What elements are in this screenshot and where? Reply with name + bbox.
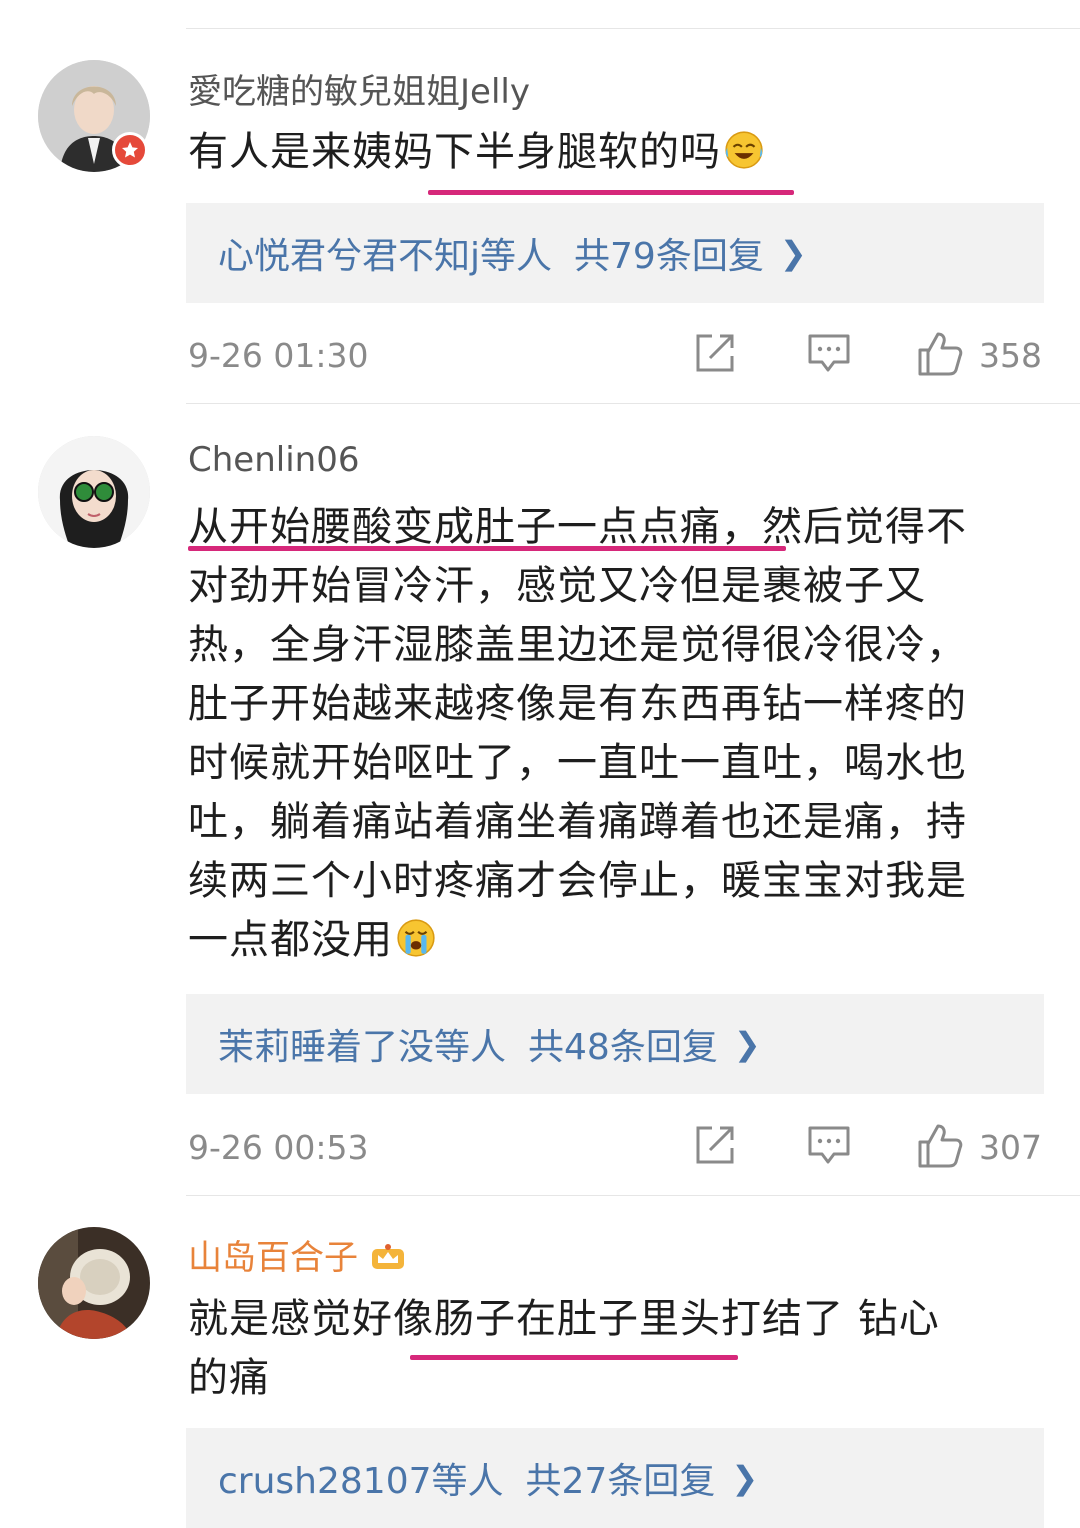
replies-who: 心悦君兮君不知j等人: [218, 236, 553, 277]
like-count: 358: [979, 336, 1042, 375]
highlight-underline: [410, 1355, 738, 1360]
comment-text: 有人是来姨妈下半身腿软的吗: [188, 123, 1048, 182]
chevron-right-icon: ❯: [779, 234, 807, 272]
chevron-right-icon: ❯: [731, 1459, 759, 1497]
top-divider: [186, 28, 1080, 29]
username-text: 山岛百合子: [188, 1238, 358, 1278]
comment-text-line: 一点都没用: [188, 911, 1048, 970]
laughing-crying-emoji: [725, 131, 763, 169]
timestamp: 9-26 01:30: [188, 336, 369, 375]
avatar[interactable]: [38, 436, 150, 548]
comment-text: 就是感觉好像肠子在肚子里头打结了 钻心 的痛: [188, 1290, 1048, 1408]
comment-text-line: 肚子开始越来越疼像是有东西再钻一样疼的: [188, 681, 967, 727]
crown-icon: [372, 1244, 404, 1269]
replies-who: 茉莉睡着了没等人: [218, 1027, 507, 1068]
comment-icon[interactable]: [806, 330, 852, 376]
comment-text-line: 时候就开始呕吐了，一直吐一直吐，喝水也: [188, 740, 967, 786]
comment-text-line: 热，全身汗湿膝盖里边还是觉得很冷很冷，: [188, 622, 967, 668]
replies-count: 共27条回复: [525, 1461, 716, 1502]
comment-text-line: 就是感觉好像肠子在肚子里头打结了 钻心: [188, 1296, 940, 1342]
avatar[interactable]: [38, 1227, 150, 1339]
replies-summary[interactable]: 心悦君兮君不知j等人 共79条回复 ❯: [186, 203, 1044, 303]
comment-text-line: 续两三个小时疼痛才会停止，暖宝宝对我是: [188, 858, 967, 904]
replies-count: 共79条回复: [574, 236, 764, 277]
like-icon[interactable]: [916, 1122, 964, 1170]
replies-summary[interactable]: crush28107等人 共27条回复 ❯: [186, 1428, 1044, 1528]
comment-text-line: 对劲开始冒冷汗，感觉又冷但是裹被子又: [188, 563, 926, 609]
chevron-right-icon: ❯: [733, 1025, 761, 1063]
divider: [186, 403, 1080, 404]
like-icon[interactable]: [916, 330, 964, 378]
username[interactable]: 愛吃糖的敏兒姐姐Jelly: [188, 64, 530, 113]
divider: [186, 1195, 1080, 1196]
username[interactable]: 山岛百合子: [188, 1230, 406, 1279]
username[interactable]: Chenlin06: [188, 440, 359, 480]
comment-meta: 9-26 01:30 358: [186, 330, 1044, 380]
comment-text-tail: 一点都没用: [188, 917, 393, 963]
highlight-underline: [188, 546, 786, 551]
timestamp: 9-26 00:53: [188, 1128, 369, 1167]
comment-text-content: 有人是来姨妈下半身腿软的吗: [188, 129, 721, 175]
share-icon[interactable]: [692, 330, 738, 376]
replies-count: 共48条回复: [528, 1027, 718, 1068]
comment-text: 从开始腰酸变成肚子一点点痛，然后觉得不 对劲开始冒冷汗，感觉又冷但是裹被子又 热…: [188, 498, 1048, 970]
comment-text-line: 吐，躺着痛站着痛坐着痛蹲着也还是痛，持: [188, 799, 967, 845]
replies-who: crush28107等人: [218, 1461, 504, 1502]
highlight-underline: [428, 190, 794, 195]
comment-icon[interactable]: [806, 1122, 852, 1168]
comment-meta: 9-26 00:53 307: [186, 1122, 1044, 1172]
like-count: 307: [979, 1128, 1042, 1167]
share-icon[interactable]: [692, 1122, 738, 1168]
replies-summary[interactable]: 茉莉睡着了没等人 共48条回复 ❯: [186, 994, 1044, 1094]
verified-badge-icon: [112, 132, 148, 168]
crying-emoji: [397, 919, 435, 957]
